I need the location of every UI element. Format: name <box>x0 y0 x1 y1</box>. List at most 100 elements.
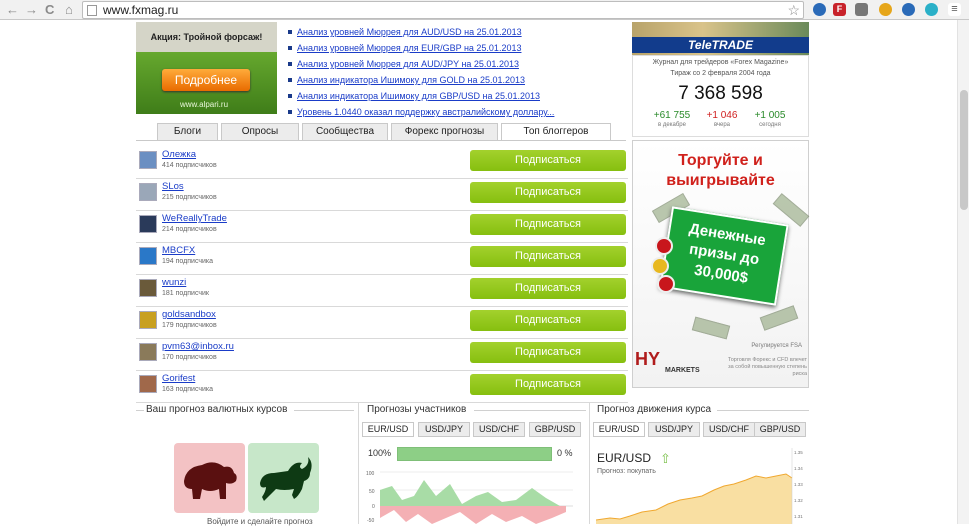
news-link[interactable]: Анализ уровней Мюррея для EUR/GBP на 25.… <box>297 43 521 53</box>
subscribe-button[interactable]: Подписаться <box>470 310 626 331</box>
ornament-icon <box>655 237 673 255</box>
tab-top-bloggers[interactable]: Топ блоггеров <box>501 123 611 141</box>
tab-usdchf[interactable]: USD/CHF <box>473 422 525 437</box>
extension-grid-icon[interactable] <box>855 3 868 16</box>
y-tick-label: 1.31 <box>794 514 803 519</box>
banknote-image <box>691 316 731 340</box>
news-link[interactable]: Уровень 1.0440 оказал поддержку австрали… <box>297 107 554 117</box>
promo-banner[interactable]: Акция: Тройной форсаж! Подробнее www.alp… <box>136 22 277 114</box>
stat-today: +1 005 сегодня <box>745 110 795 128</box>
y-tick-label: -50 <box>367 518 374 524</box>
news-link[interactable]: Анализ индикатора Ишимоку для GOLD на 25… <box>297 75 525 85</box>
avatar <box>139 183 157 201</box>
blogger-name[interactable]: pvm63@inbox.ru <box>162 341 234 352</box>
bear-forecast-button[interactable] <box>174 443 245 513</box>
participants-heading: Прогнозы участников <box>367 404 467 415</box>
subscribe-button[interactable]: Подписаться <box>470 150 626 171</box>
avatar <box>139 247 157 265</box>
table-row: WeReallyTrade 214 подписчиков Подписатьс… <box>136 211 628 243</box>
news-link[interactable]: Анализ уровней Мюррея для AUD/USD на 25.… <box>297 27 522 37</box>
extension-f-icon[interactable]: F <box>833 3 846 16</box>
home-icon[interactable]: ⌂ <box>65 2 73 18</box>
blogger-name[interactable]: MBCFX <box>162 245 195 256</box>
news-link[interactable]: Анализ уровней Мюррея для AUD/JPY на 25.… <box>297 59 519 69</box>
avatar <box>139 343 157 361</box>
extension-eye-icon[interactable] <box>813 3 826 16</box>
url-text: www.fxmag.ru <box>103 3 179 17</box>
tab-gbpusd[interactable]: GBP/USD <box>529 422 581 437</box>
subscribe-button[interactable]: Подписаться <box>470 214 626 235</box>
subscriber-count: 179 подписчиков <box>162 322 217 329</box>
promo-title: Акция: Тройной форсаж! <box>150 32 263 42</box>
participants-chart: 100 50 0 -50 <box>366 471 573 524</box>
stat-caption: сегодня <box>759 122 781 128</box>
stat-value: +61 755 <box>653 110 691 121</box>
subscribe-button[interactable]: Подписаться <box>470 374 626 395</box>
ad-prize-banner: Денежные призы до 30,000$ <box>659 206 789 306</box>
tab-usdjpy[interactable]: USD/JPY <box>418 422 470 437</box>
table-row: pvm63@inbox.ru 170 подписчиков Подписать… <box>136 339 628 371</box>
hy-markets-ad[interactable]: Торгуйте и выигрывайте Денежные призы до… <box>632 140 810 388</box>
subscriber-count: 170 подписчиков <box>162 354 217 361</box>
bull-forecast-button[interactable] <box>248 443 319 513</box>
extension-flower-icon[interactable] <box>879 3 892 16</box>
ad-disclaimer: Торговля Форекс и CFD влечет за собой по… <box>727 357 807 377</box>
teletrade-banner[interactable]: TeleTRADE <box>632 22 809 55</box>
table-row: goldsandbox 179 подписчиков Подписаться <box>136 307 628 339</box>
y-tick-label: 100 <box>366 471 375 477</box>
tab-usdjpy-movement[interactable]: USD/JPY <box>648 422 700 437</box>
blogger-name[interactable]: SLos <box>162 181 184 192</box>
banknote-image <box>759 305 799 331</box>
subscribe-button[interactable]: Подписаться <box>470 182 626 203</box>
tab-communities[interactable]: Сообщества <box>302 123 388 141</box>
extension-s-icon[interactable] <box>925 3 938 16</box>
stat-caption: в декабре <box>658 122 686 128</box>
table-row: SLos 215 подписчиков Подписаться <box>136 179 628 211</box>
address-bar[interactable]: www.fxmag.ru ☆ <box>82 1 804 19</box>
tab-blogs[interactable]: Блоги <box>157 123 218 141</box>
subscribe-button[interactable]: Подписаться <box>470 246 626 267</box>
movement-advice: Прогноз: покупать <box>597 468 656 475</box>
tab-polls[interactable]: Опросы <box>221 123 299 141</box>
bear-percent: 0 % <box>557 448 573 458</box>
bull-percent: 100% <box>368 448 392 458</box>
news-item: Анализ индикатора Ишимоку для GBP/USD на… <box>287 88 617 104</box>
y-tick-label: 1.33 <box>794 482 803 487</box>
tab-eurusd-movement[interactable]: EUR/USD <box>593 422 645 437</box>
table-row: Gorifest 163 подписчика Подписаться <box>136 371 628 403</box>
ad-headline: Торгуйте и выигрывайте <box>666 152 775 189</box>
tab-eurusd[interactable]: EUR/USD <box>362 422 414 437</box>
news-item: Уровень 1.0440 оказал поддержку австрали… <box>287 104 617 120</box>
bookmark-star-icon[interactable]: ☆ <box>787 2 800 19</box>
avatar <box>139 279 157 297</box>
reload-icon[interactable]: C <box>45 2 54 18</box>
subscriber-count: 414 подписчиков <box>162 162 217 169</box>
extension-eye2-icon[interactable] <box>902 3 915 16</box>
blogger-name[interactable]: Олежка <box>162 149 196 160</box>
blogger-name[interactable]: goldsandbox <box>162 309 216 320</box>
heading-line <box>717 410 809 411</box>
news-link[interactable]: Анализ индикатора Ишимоку для GBP/USD на… <box>297 91 540 101</box>
subscribe-button[interactable]: Подписаться <box>470 278 626 299</box>
menu-icon[interactable]: ≡ <box>948 3 961 16</box>
page-scrollbar[interactable] <box>957 20 969 524</box>
blogger-name[interactable]: WeReallyTrade <box>162 213 227 224</box>
blogger-name[interactable]: wunzi <box>162 277 186 288</box>
heading-line <box>136 410 144 411</box>
promo-more-button[interactable]: Подробнее <box>162 69 250 91</box>
tab-gbpusd-movement[interactable]: GBP/USD <box>754 422 806 437</box>
subscribe-button[interactable]: Подписаться <box>470 342 626 363</box>
news-list: Анализ уровней Мюррея для AUD/USD на 25.… <box>287 24 617 120</box>
scrollbar-thumb[interactable] <box>960 90 968 210</box>
blogger-name[interactable]: Gorifest <box>162 373 195 384</box>
magazine-title: Журнал для трейдеров «Forex Magazine» <box>652 59 789 66</box>
forward-icon[interactable]: → <box>25 2 38 18</box>
forecast-heading: Ваш прогноз валютных курсов <box>146 404 288 415</box>
bear-area <box>380 506 566 524</box>
y-tick-label: 1.34 <box>794 466 803 471</box>
sentiment-bar <box>397 447 552 461</box>
tab-usdchf-movement[interactable]: USD/CHF <box>703 422 755 437</box>
back-icon[interactable]: ← <box>6 2 19 18</box>
subscriber-count: 163 подписчика <box>162 386 214 393</box>
tab-forex-forecasts[interactable]: Форекс прогнозы <box>391 123 498 141</box>
